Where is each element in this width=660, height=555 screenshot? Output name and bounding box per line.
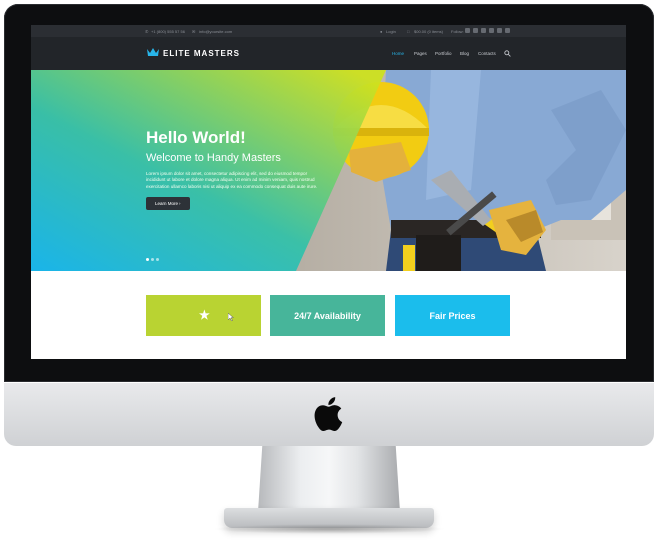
slider-dot[interactable] — [151, 258, 154, 261]
topbar-phone[interactable]: +1 (800) 555 57 56 — [151, 29, 185, 34]
nav-pages[interactable]: Pages — [414, 51, 427, 56]
apple-logo-icon — [314, 397, 343, 431]
topbar-login[interactable]: Login — [386, 29, 396, 34]
search-icon[interactable] — [504, 50, 511, 57]
topbar-email[interactable]: info@yoursite.com — [199, 29, 232, 34]
mail-icon: ✉ — [192, 28, 196, 34]
slider-dot[interactable] — [156, 258, 159, 261]
nav-home[interactable]: Home — [392, 51, 404, 56]
hero-title: Hello World! — [146, 128, 246, 147]
site-logo[interactable]: ELITE MASTERS — [163, 49, 240, 58]
slider-dot[interactable] — [146, 258, 149, 261]
google-plus-icon[interactable] — [481, 28, 486, 33]
arrow-right-icon: › — [179, 201, 181, 206]
star-icon: ★ — [199, 308, 210, 322]
feature-label: Fair Prices — [429, 311, 476, 321]
top-info-bar: ✆ +1 (800) 555 57 56 ✉ info@yoursite.com… — [31, 25, 626, 37]
learn-more-label: Learn More — [155, 201, 179, 206]
hero-subtitle: Welcome to Handy Masters — [146, 152, 281, 164]
pinterest-icon[interactable] — [497, 28, 502, 33]
imac-stand-shadow — [212, 524, 446, 534]
site-header: ELITE MASTERS Home Pages Portfolio Blog … — [31, 37, 626, 70]
nav-portfolio[interactable]: Portfolio — [435, 51, 452, 56]
instagram-icon[interactable] — [489, 28, 494, 33]
learn-more-button[interactable]: Learn More › — [146, 197, 190, 210]
website-screen: ✆ +1 (800) 555 57 56 ✉ info@yoursite.com… — [31, 25, 626, 359]
nav-blog[interactable]: Blog — [460, 51, 469, 56]
crown-icon[interactable] — [146, 47, 160, 57]
facebook-icon[interactable] — [465, 28, 470, 33]
rss-icon[interactable] — [505, 28, 510, 33]
user-icon: ● — [380, 28, 383, 34]
twitter-icon[interactable] — [473, 28, 478, 33]
nav-contacts[interactable]: Contacts — [478, 51, 496, 56]
feature-label: 24/7 Availability — [294, 311, 361, 321]
hero-body-text: Lorem ipsum dolor sit amet, consectetur … — [146, 171, 318, 189]
topbar-follow-label: Follow: — [451, 28, 464, 34]
hero-slider: Hello World! Welcome to Handy Masters Lo… — [31, 70, 626, 271]
imac-stand — [258, 446, 400, 512]
feature-button-fair-prices[interactable]: Fair Prices — [395, 295, 510, 336]
topbar-cart[interactable]: $00.00 (0 items) — [414, 29, 443, 34]
hero-background — [31, 70, 626, 271]
feature-button-star[interactable]: ★ — [146, 295, 261, 336]
phone-icon: ✆ — [145, 28, 149, 34]
feature-button-availability[interactable]: 24/7 Availability — [270, 295, 385, 336]
mouse-cursor-icon — [228, 313, 234, 321]
cart-icon: □ — [407, 28, 410, 34]
